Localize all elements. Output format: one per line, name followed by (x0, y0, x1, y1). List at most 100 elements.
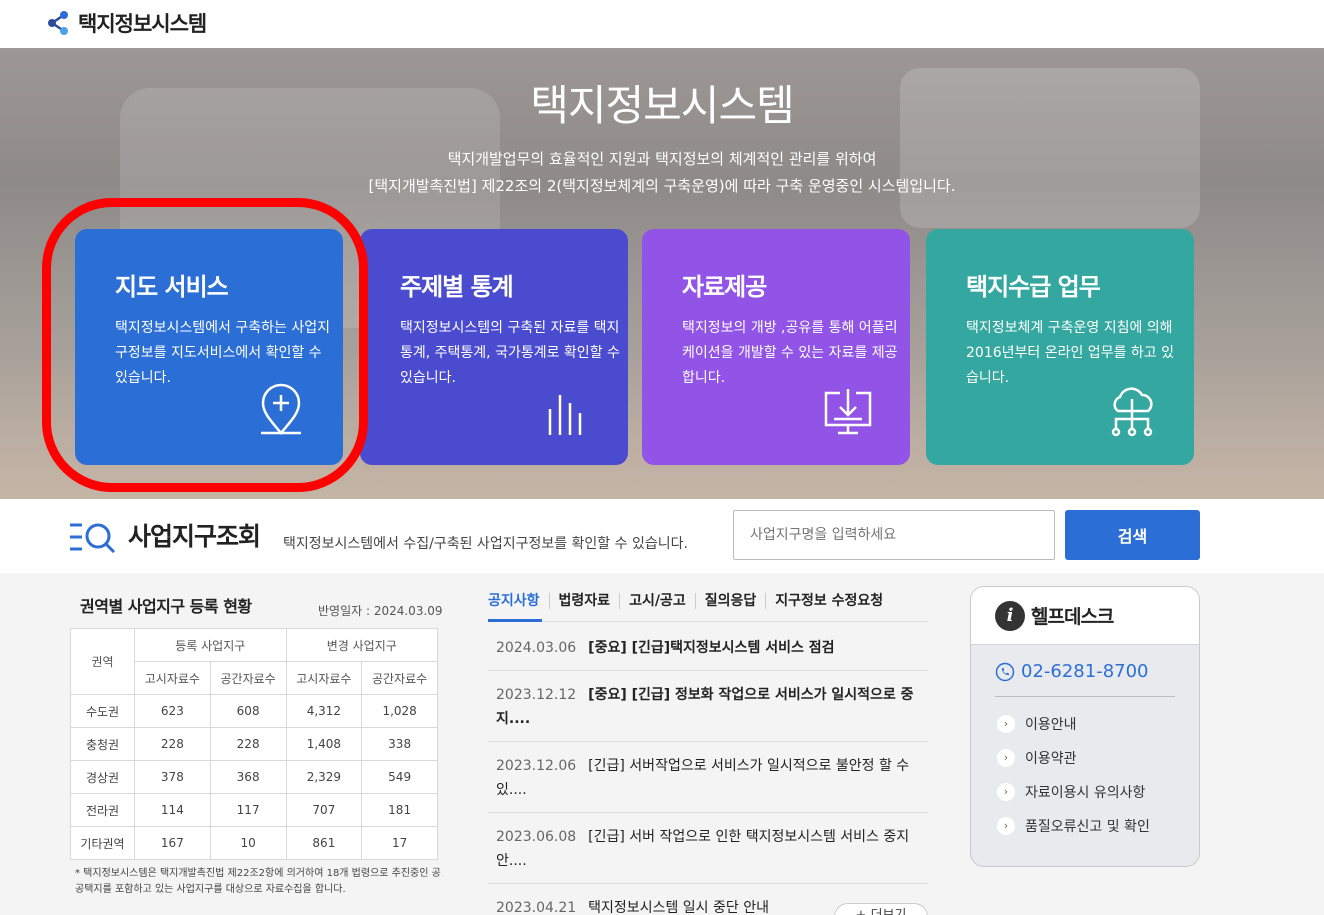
header-registered: 등록 사업지구 (134, 628, 287, 662)
cell-value: 549 (361, 760, 438, 794)
tab-laws[interactable]: 법령자료 (548, 593, 620, 609)
site-logo[interactable]: 택지정보시스템 (44, 6, 207, 40)
chevron-right-icon: › (997, 715, 1015, 733)
hero-description: 택지개발업무의 효율적인 지원과 택지정보의 체계적인 관리를 위하여 [택지개… (0, 146, 1324, 200)
cell-value: 4,312 (285, 694, 363, 728)
table-row: 수도권 623 608 4,312 1,028 (70, 694, 438, 728)
list-item[interactable]: 2023.06.08 [긴급] 서버 작업으로 인한 택지정보시스템 서비스 중지… (488, 813, 928, 884)
tabs-divider (488, 621, 928, 622)
cell-region: 수도권 (70, 694, 135, 728)
table-row: 경상권 378 368 2,329 549 (70, 760, 438, 794)
site-title: 택지정보시스템 (78, 12, 207, 36)
table-row: 충청권 228 228 1,408 338 (70, 727, 438, 761)
cell-value: 1,408 (285, 727, 363, 761)
cell-value: 10 (209, 826, 287, 860)
card-data-provision[interactable]: 자료제공 택지정보의 개방 ,공유를 통해 어플리케이션을 개발할 수 있는 자… (642, 229, 910, 465)
cell-value: 338 (361, 727, 438, 761)
stats-footnote: * 택지정보시스템은 택지개발촉진법 제22조2항에 의거하여 18개 법령으로… (75, 868, 441, 895)
more-button[interactable]: + 더보기 (834, 903, 928, 915)
notice-date: 2023.06.08 (496, 829, 577, 845)
chevron-right-icon: › (997, 817, 1015, 835)
cell-region: 기타권역 (70, 826, 135, 860)
card-land-supply[interactable]: 택지수급 업무 택지정보체계 구축운영 지침에 의해 2016년부터 온라인 업… (926, 229, 1194, 465)
card-statistics[interactable]: 주제별 통계 택지정보시스템의 구축된 자료를 택지통계, 주택통계, 국가통계… (360, 229, 628, 465)
subheader-spatial-count: 공간자료수 (209, 661, 287, 695)
search-button[interactable]: 검색 (1065, 510, 1200, 560)
tab-announcements[interactable]: 고시/공고 (619, 593, 695, 609)
cell-value: 17 (361, 826, 438, 860)
list-item[interactable]: 2023.12.06 [긴급] 서버작업으로 서비스가 일시적으로 불안정 할 수… (488, 742, 928, 813)
header-region: 권역 (70, 628, 135, 695)
cell-value: 623 (134, 694, 211, 728)
help-link-label: 이용약관 (1025, 751, 1077, 767)
cell-value: 167 (134, 826, 211, 860)
cell-value: 2,329 (285, 760, 363, 794)
notice-date: 2023.04.21 (496, 900, 577, 915)
card-title: 택지수급 업무 (966, 273, 1101, 301)
helpdesk-title: 헬프데스크 (1031, 606, 1114, 628)
card-description: 택지정보의 개방 ,공유를 통해 어플리케이션을 개발할 수 있는 자료를 제공… (682, 320, 898, 386)
table-row: 기타권역 167 10 861 17 (70, 826, 438, 860)
tab-qna[interactable]: 질의응답 (694, 593, 766, 609)
notice-date: 2024.03.06 (496, 640, 577, 656)
district-search-input[interactable] (733, 510, 1055, 560)
search-description: 택지정보시스템에서 수집/구축된 사업지구정보를 확인할 수 있습니다. (283, 536, 688, 552)
help-link-terms[interactable]: › 이용약관 (997, 741, 1199, 775)
hero-title: 택지정보시스템 (530, 81, 794, 130)
phone-icon (995, 662, 1015, 681)
subheader-notice-count: 고시자료수 (134, 661, 211, 695)
help-link-data-notes[interactable]: › 자료이용시 유의사항 (997, 775, 1199, 809)
top-header: 택지정보시스템 (0, 0, 1324, 48)
search-section: 사업지구조회 택지정보시스템에서 수집/구축된 사업지구정보를 확인할 수 있습… (0, 499, 1324, 573)
helpdesk-header: i 헬프데스크 (971, 587, 1199, 645)
cell-region: 경상권 (70, 760, 135, 794)
cell-value: 228 (134, 727, 211, 761)
cloud-network-icon (1111, 387, 1153, 437)
help-link-quality-report[interactable]: › 품질오류신고 및 확인 (997, 809, 1199, 843)
chevron-right-icon: › (997, 749, 1015, 767)
subheader-notice-count: 고시자료수 (285, 661, 363, 695)
cell-region: 전라권 (70, 793, 135, 827)
card-description: 택지정보시스템의 구축된 자료를 택지통계, 주택통계, 국가통계로 확인할 수… (400, 320, 620, 386)
helpdesk-divider (995, 696, 1175, 697)
table-row: 전라권 114 117 707 181 (70, 793, 438, 827)
search-title: 사업지구조회 (128, 522, 261, 551)
bar-chart-icon (548, 395, 582, 435)
cell-value: 368 (209, 760, 287, 794)
table-header-row: 권역 등록 사업지구 변경 사업지구 (70, 628, 438, 695)
helpdesk-phone[interactable]: 02-6281-8700 (995, 661, 1199, 682)
tab-notice[interactable]: 공지사항 (488, 593, 549, 609)
info-icon: i (995, 600, 1025, 631)
notice-title: 택지정보시스템 일시 중단 안내 (588, 900, 769, 915)
tab-edit-request[interactable]: 지구정보 수정요청 (765, 593, 892, 609)
cell-value: 1,028 (361, 694, 438, 728)
header-changed: 변경 사업지구 (285, 628, 438, 662)
region-stats-table: 권역 등록 사업지구 변경 사업지구 고시자료수 공간자료수 고시자료수 공간자… (70, 628, 438, 860)
phone-number: 02-6281-8700 (1021, 661, 1149, 682)
hero-desc-line2: [택지개발촉진법] 제22조의 2(택지정보체계의 구축운영)에 따라 구축 운… (368, 177, 956, 195)
stats-date: 반영일자 : 2024.03.09 (318, 604, 443, 618)
cell-value: 181 (361, 793, 438, 827)
list-item[interactable]: 2023.12.12 [중요] [긴급] 정보화 작업으로 서비스가 일시적으로 … (488, 671, 928, 742)
hero-desc-line1: 택지개발업무의 효율적인 지원과 택지정보의 체계적인 관리를 위하여 (447, 150, 877, 168)
active-tab-indicator (488, 619, 542, 622)
share-nodes-icon (48, 11, 68, 35)
notice-tabs: 공지사항 법령자료 고시/공고 질의응답 지구정보 수정요청 (488, 593, 892, 609)
help-link-label: 자료이용시 유의사항 (1025, 785, 1146, 801)
help-link-guide[interactable]: › 이용안내 (997, 707, 1199, 741)
cell-value: 608 (209, 694, 287, 728)
search-list-icon (70, 523, 116, 553)
cell-value: 861 (285, 826, 363, 860)
cell-value: 228 (209, 727, 287, 761)
list-item[interactable]: 2024.03.06 [중요] [긴급]택지정보시스템 서비스 점검 (488, 624, 928, 671)
notice-date: 2023.12.12 (496, 687, 577, 703)
cell-value: 707 (285, 793, 363, 827)
helpdesk-panel: i 헬프데스크 02-6281-8700 › 이용안내 › 이용약관 › 자료이용시 … (970, 586, 1200, 867)
card-description: 택지정보체계 구축운영 지침에 의해 2016년부터 온라인 업무를 하고 있습… (966, 320, 1174, 386)
chevron-right-icon: › (997, 783, 1015, 801)
download-monitor-icon (824, 389, 872, 435)
notice-title: [중요] [긴급]택지정보시스템 서비스 점검 (588, 640, 835, 656)
notice-date: 2023.12.06 (496, 758, 577, 774)
highlight-annotation (42, 198, 368, 492)
cell-region: 충청권 (70, 727, 135, 761)
